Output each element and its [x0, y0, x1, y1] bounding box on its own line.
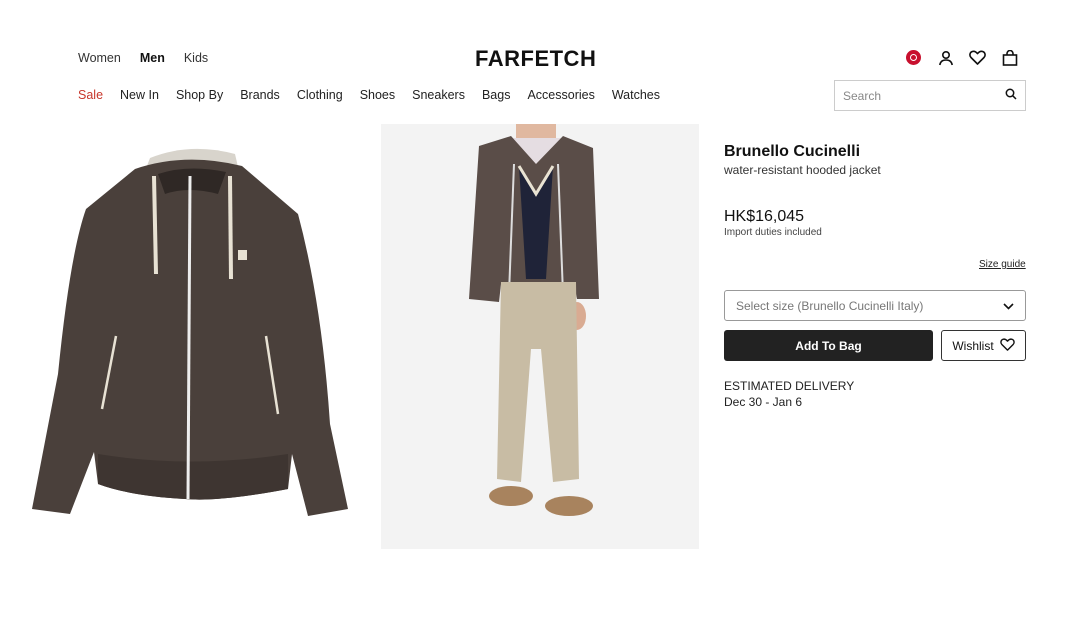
search-box — [834, 80, 1026, 111]
nav-shop-by[interactable]: Shop By — [176, 88, 223, 102]
add-to-bag-label: Add To Bag — [795, 338, 862, 353]
tab-kids[interactable]: Kids — [184, 51, 208, 65]
region-flag-icon[interactable] — [905, 49, 922, 66]
wishlist-heart-icon[interactable] — [969, 49, 986, 66]
tab-women[interactable]: Women — [78, 51, 121, 65]
nav-bags[interactable]: Bags — [482, 88, 511, 102]
bag-icon[interactable] — [1001, 49, 1018, 66]
product-image-jacket[interactable] — [30, 124, 348, 548]
search-icon[interactable] — [1005, 87, 1017, 105]
wishlist-button[interactable]: Wishlist — [941, 330, 1026, 361]
add-to-bag-button[interactable]: Add To Bag — [724, 330, 933, 361]
duties-note: Import duties included — [724, 227, 822, 238]
nav-sale[interactable]: Sale — [78, 88, 103, 102]
product-price: HK$16,045 — [724, 208, 805, 225]
gender-tabs: Women Men Kids — [78, 51, 208, 65]
product-brand[interactable]: Brunello Cucinelli — [724, 143, 860, 161]
nav-brands[interactable]: Brands — [240, 88, 280, 102]
header-icons — [905, 49, 1018, 66]
tab-men[interactable]: Men — [140, 51, 165, 65]
nav-new-in[interactable]: New In — [120, 88, 159, 102]
heart-icon — [999, 337, 1015, 354]
account-icon[interactable] — [937, 49, 954, 66]
nav-clothing[interactable]: Clothing — [297, 88, 343, 102]
nav-sneakers[interactable]: Sneakers — [412, 88, 465, 102]
chevron-down-icon — [1003, 299, 1014, 313]
estimated-delivery-label: ESTIMATED DELIVERY — [724, 379, 855, 393]
nav-watches[interactable]: Watches — [612, 88, 660, 102]
size-select-label: Select size (Brunello Cucinelli Italy) — [736, 298, 924, 313]
size-select[interactable]: Select size (Brunello Cucinelli Italy) — [724, 290, 1026, 321]
search-input[interactable] — [843, 88, 983, 103]
main-nav: Sale New In Shop By Brands Clothing Shoe… — [78, 88, 677, 102]
site-logo[interactable]: FARFETCH — [475, 46, 596, 72]
nav-accessories[interactable]: Accessories — [527, 88, 594, 102]
product-image-model[interactable] — [381, 124, 699, 549]
estimated-delivery-dates: Dec 30 - Jan 6 — [724, 395, 803, 409]
size-guide-link[interactable]: Size guide — [979, 259, 1026, 270]
nav-shoes[interactable]: Shoes — [360, 88, 395, 102]
product-name: water-resistant hooded jacket — [724, 163, 881, 177]
wishlist-label: Wishlist — [952, 338, 994, 353]
